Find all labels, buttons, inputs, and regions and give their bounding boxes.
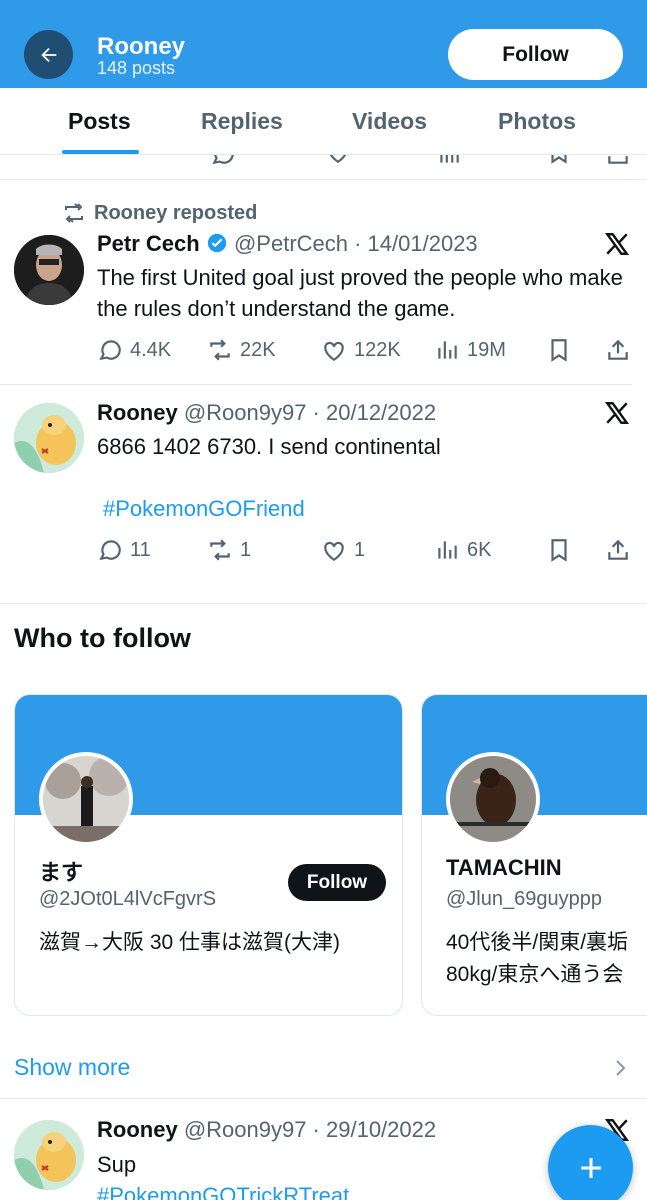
avatar[interactable] [39,752,133,846]
post-header: Rooney @Roon9y97 · 29/10/2022 [97,1117,436,1143]
x-logo-icon [604,402,630,424]
suggested-user-name: ます [39,860,84,885]
tab-posts[interactable]: Posts [68,108,131,135]
reply-count: 11 [130,538,151,561]
back-button[interactable] [24,30,73,79]
share-icon[interactable] [605,337,631,363]
repost-button[interactable]: 22K [207,337,276,363]
previous-post-actions [0,155,647,180]
heart-icon [324,541,344,562]
follow-button[interactable]: Follow [448,29,623,80]
heart-icon [324,341,344,362]
avatar-photo [43,756,129,842]
compose-button[interactable] [548,1125,633,1200]
repost-icon [210,539,230,561]
avatar[interactable] [446,752,540,846]
tab-replies[interactable]: Replies [201,108,283,135]
like-count: 1 [354,538,366,561]
reply-icon[interactable] [210,155,236,167]
author-name[interactable]: Rooney [97,400,178,425]
author-meta: @Roon9y97 · 20/12/2022 [183,400,437,425]
verified-badge-icon [207,233,227,253]
repost-icon [210,339,230,361]
plus-icon [580,1157,601,1178]
suggested-user-handle: @Jlun_69guyppp [446,888,602,910]
like-icon[interactable] [325,155,351,165]
chevron-right-icon[interactable] [614,1058,628,1078]
post-count: 148 posts [97,58,176,78]
post-header: Petr Cech @PetrCech · 14/01/2023 [97,231,478,257]
avatar-pokemon-image [14,403,84,473]
tab-photos[interactable]: Photos [498,108,576,135]
repost-count: 22K [240,338,276,361]
views-icon [438,541,457,559]
bookmark-icon[interactable] [546,537,572,563]
author-meta: @Roon9y97 · 29/10/2022 [183,1117,437,1142]
profile-name: Rooney [97,33,186,60]
suggested-user-bio: 40代後半/関東/裏垢 80kg/東京へ通う会 [446,931,629,986]
share-icon[interactable] [605,537,631,563]
divider [0,603,647,604]
author-name[interactable]: Rooney [97,1117,178,1142]
like-count: 122K [354,338,401,361]
avatar[interactable] [14,235,84,305]
tab-videos[interactable]: Videos [352,108,427,135]
repost-icon [65,203,83,223]
avatar[interactable] [14,403,84,473]
post-text: 6866 1402 6730. I send continental [97,434,441,459]
views-button[interactable]: 19M [434,337,506,363]
repost-count: 1 [240,538,252,561]
follow-button[interactable]: Follow [288,864,386,901]
reply-count: 4.4K [130,338,172,361]
views-icon [438,341,457,359]
suggested-user-name: TAMACHIN [446,855,562,880]
show-more-link[interactable]: Show more [14,1054,130,1081]
arrow-left-icon [40,47,56,62]
post-text: The first United goal just proved the pe… [97,265,623,321]
divider [0,384,632,385]
author-meta: @PetrCech · 14/01/2023 [233,231,478,256]
reply-icon [99,340,121,361]
repost-label: Rooney reposted [94,201,258,224]
post-header: Rooney @Roon9y97 · 20/12/2022 [97,400,436,426]
view-count: 6K [467,538,492,561]
view-count: 19M [467,338,506,361]
avatar-photo [450,756,536,842]
like-button[interactable]: 1 [321,537,365,563]
hashtag-link[interactable]: #PokemonGOFriend [103,493,643,524]
author-name[interactable]: Petr Cech [97,231,200,256]
divider [0,1098,647,1099]
reply-button[interactable]: 4.4K [97,337,171,363]
repost-indicator: Rooney reposted [62,201,257,225]
bookmark-icon[interactable] [546,155,572,165]
profile-header: Rooney 148 posts Follow [0,0,647,88]
views-icon[interactable] [436,155,462,167]
avatar-pokemon-image [14,1120,84,1190]
avatar[interactable] [14,1120,84,1190]
bookmark-icon[interactable] [546,337,572,363]
share-icon[interactable] [605,155,631,167]
views-button[interactable]: 6K [434,537,491,563]
reply-button[interactable]: 11 [97,537,151,563]
repost-button[interactable]: 1 [207,537,251,563]
x-logo-icon [604,233,630,255]
avatar-photo [14,235,84,305]
suggested-user-handle: @2JOt0L4lVcFgvrS [39,888,217,910]
reply-icon [99,540,121,561]
follow-suggestion-card[interactable]: ます @2JOt0L4lVcFgvrS 滋賀→大阪 30 仕事は滋賀(大津) F… [14,694,403,1016]
like-button[interactable]: 122K [321,337,401,363]
profile-tabs: Posts Replies Videos Photos [0,88,647,155]
active-tab-indicator [62,150,139,154]
suggested-user-bio: 滋賀→大阪 30 仕事は滋賀(大津) [39,931,341,954]
follow-suggestion-card[interactable]: TAMACHIN @Jlun_69guyppp 40代後半/関東/裏垢 80kg… [421,694,647,1016]
who-to-follow-title: Who to follow [14,623,191,653]
